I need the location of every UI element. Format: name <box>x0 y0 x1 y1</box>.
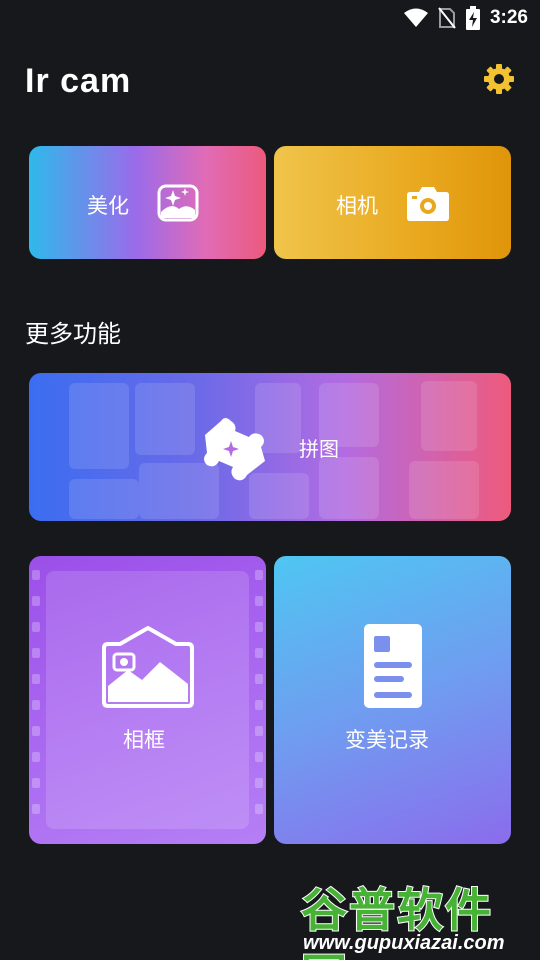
document-icon <box>364 624 422 708</box>
frame-label: 相框 <box>123 728 165 752</box>
gear-icon <box>484 64 514 94</box>
camera-label: 相机 <box>336 194 378 218</box>
watermark: 谷普软件园 www.gupuxiazai.com <box>293 872 540 960</box>
wifi-icon <box>403 8 428 27</box>
more-features-title: 更多功能 <box>25 320 121 348</box>
camera-icon <box>407 187 449 221</box>
frame-card[interactable]: 相框 <box>29 556 266 844</box>
status-icons: 3:26 <box>403 6 528 30</box>
beauty-records-label: 变美记录 <box>345 728 429 752</box>
puzzle-icon <box>204 418 265 481</box>
collage-label: 拼图 <box>299 437 339 461</box>
image-sparkle-icon <box>157 184 199 222</box>
battery-charging-icon <box>465 6 480 30</box>
photo-tile <box>135 383 195 455</box>
settings-button[interactable] <box>482 62 516 96</box>
status-bar: 3:26 <box>0 0 540 36</box>
picture-frame-icon <box>102 626 194 708</box>
photo-tile <box>409 461 479 519</box>
no-sim-icon <box>438 7 456 29</box>
beautify-label: 美化 <box>87 194 129 218</box>
watermark-url: www.gupuxiazai.com <box>303 932 505 954</box>
photo-tile <box>421 381 477 451</box>
camera-card[interactable]: 相机 <box>274 146 511 259</box>
beauty-records-card[interactable]: 变美记录 <box>274 556 511 844</box>
app-title: Ir cam <box>25 62 132 100</box>
photo-tile <box>69 383 129 469</box>
status-time: 3:26 <box>489 7 528 28</box>
beautify-card[interactable]: 美化 <box>29 146 266 259</box>
photo-tile <box>69 479 139 519</box>
film-strip-left <box>29 556 43 844</box>
collage-card[interactable]: 拼图 <box>29 373 511 521</box>
film-strip-right <box>252 556 266 844</box>
photo-tile <box>319 457 379 519</box>
